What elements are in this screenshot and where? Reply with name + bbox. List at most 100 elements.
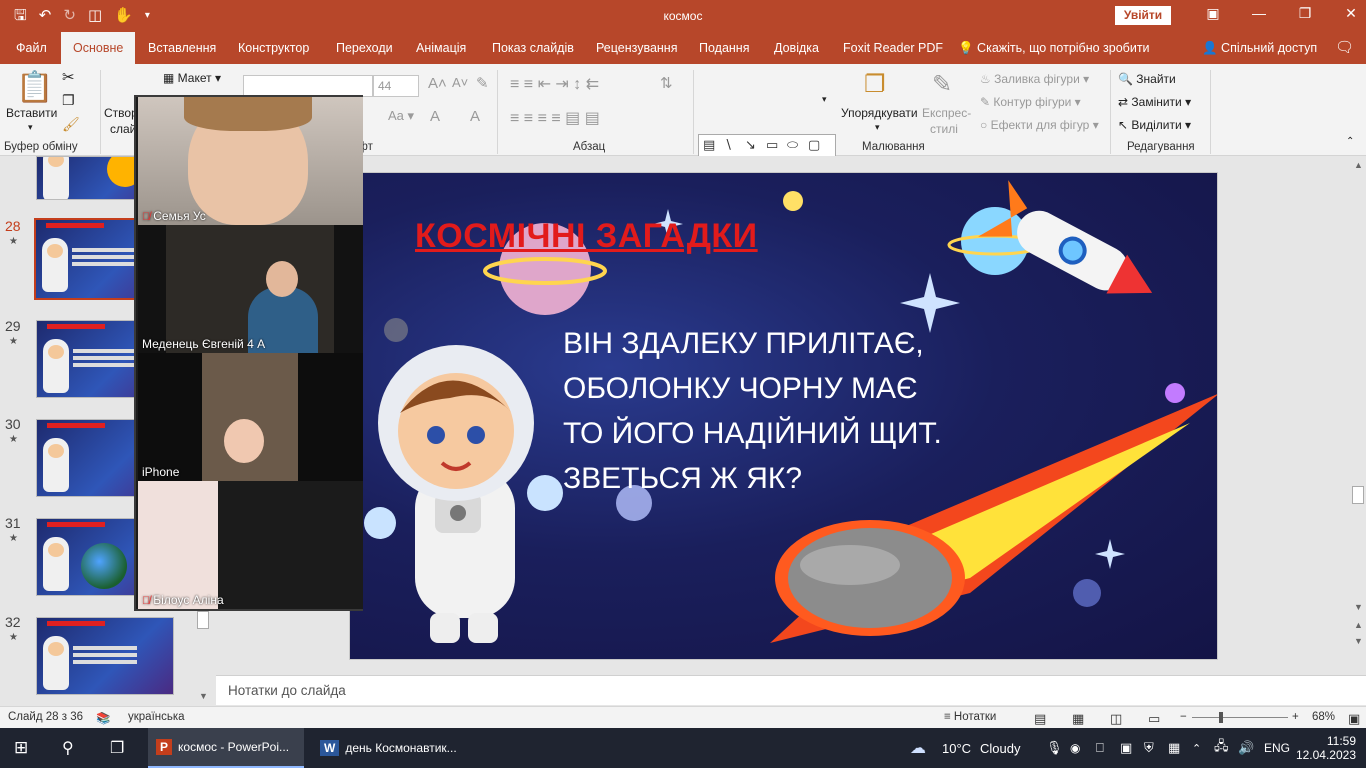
- arrange-button[interactable]: Упорядкувати: [841, 106, 918, 120]
- format-painter-icon[interactable]: 🖌: [62, 116, 80, 133]
- video-tile[interactable]: 🎙̸ Семья Ус: [138, 97, 363, 225]
- zoom-slider[interactable]: [1192, 717, 1288, 718]
- video-tile[interactable]: 🎙̸ Білоус Аліна: [138, 481, 363, 609]
- tab-review[interactable]: Рецензування: [596, 32, 677, 64]
- restore-icon[interactable]: ❐: [1282, 5, 1328, 22]
- decrease-font-icon[interactable]: A˅: [452, 75, 468, 90]
- copy-icon[interactable]: ❐: [62, 92, 75, 109]
- zoom-app-icon[interactable]: ◉: [1070, 728, 1080, 768]
- cut-icon[interactable]: ✂: [62, 68, 75, 86]
- next-slide-icon[interactable]: ▼: [1354, 636, 1363, 646]
- slide-sorter-icon[interactable]: ▦: [1072, 711, 1084, 727]
- volume-icon[interactable]: 🔊: [1238, 728, 1254, 768]
- scroll-down-icon[interactable]: ▼: [1354, 602, 1363, 612]
- close-icon[interactable]: ✕: [1328, 5, 1366, 22]
- find-button[interactable]: 🔍 Знайти: [1118, 72, 1176, 86]
- video-tile[interactable]: Меденець Євгеній 4 А: [138, 225, 363, 353]
- taskbar-word[interactable]: W день Космонавтик...: [312, 728, 465, 768]
- arrange-dropdown-icon[interactable]: ▾: [875, 122, 880, 133]
- select-button[interactable]: ↖ Виділити ▾: [1118, 118, 1191, 132]
- textbox-shape-icon[interactable]: ▤: [703, 137, 723, 153]
- oval-shape-icon[interactable]: ⬭: [787, 137, 807, 153]
- arrow-line-shape-icon[interactable]: ↘: [745, 137, 765, 153]
- notes-pane[interactable]: Нотатки до слайда: [216, 675, 1366, 705]
- clock[interactable]: 11:59 12.04.2023: [1296, 728, 1356, 768]
- app-tray-icon[interactable]: ▣: [1120, 728, 1132, 768]
- canvas-scrollbar[interactable]: ▲ ▼ ▲ ▼: [1350, 156, 1366, 674]
- zoom-out-icon[interactable]: −: [1180, 711, 1187, 723]
- minimize-icon[interactable]: —: [1236, 5, 1282, 22]
- collapse-ribbon-icon[interactable]: ⌃: [1346, 136, 1354, 147]
- scroll-up-icon[interactable]: ▲: [1354, 160, 1363, 170]
- new-slide-button[interactable]: Створ: [104, 106, 138, 120]
- char-spacing-icon[interactable]: Aa ▾: [388, 108, 414, 124]
- font-color-icon[interactable]: A: [430, 108, 440, 125]
- windows-start-icon[interactable]: ⊞: [14, 728, 28, 768]
- rounded-rect-shape-icon[interactable]: ▢: [808, 137, 828, 153]
- video-call-panel[interactable]: 🎙̸ Семья Ус Меденець Євгеній 4 А iPhone 🎙…: [134, 95, 363, 611]
- spellcheck-icon[interactable]: 📚: [96, 711, 110, 725]
- tab-foxit[interactable]: Foxit Reader PDF: [843, 32, 943, 64]
- quick-styles-icon[interactable]: ✎: [932, 70, 952, 99]
- video-tile[interactable]: iPhone: [138, 353, 363, 481]
- sign-in-button[interactable]: Увійти: [1115, 6, 1171, 25]
- tray-app-icon[interactable]: ▦: [1168, 728, 1180, 768]
- replace-button[interactable]: ⇄ Замінити ▾: [1118, 95, 1191, 109]
- quick-styles-button[interactable]: Експрес-: [922, 106, 971, 120]
- paragraph-icons-row2[interactable]: ≡ ≡ ≡ ≡ ▤ ▤: [510, 108, 600, 128]
- weather-temp[interactable]: 10°C: [942, 728, 971, 768]
- slide-riddle-text[interactable]: ВІН ЗДАЛЕКУ ПРИЛІТАЄ, ОБОЛОНКУ ЧОРНУ МАЄ…: [563, 321, 942, 501]
- scroll-thumb[interactable]: [1352, 486, 1364, 504]
- microphone-icon[interactable]: 🎙: [1046, 728, 1063, 768]
- tab-transitions[interactable]: Переходи: [336, 32, 393, 64]
- current-slide[interactable]: КОСМІЧНІ ЗАГАДКИ ВІН ЗДАЛЕКУ ПРИЛІТАЄ, О…: [349, 172, 1218, 660]
- shape-effects-button[interactable]: ○ Ефекти для фігур ▾: [980, 118, 1099, 132]
- comments-icon[interactable]: 🗨: [1335, 32, 1354, 64]
- tab-design[interactable]: Конструктор: [238, 32, 309, 64]
- tab-file[interactable]: Файл: [16, 32, 47, 64]
- ribbon-display-icon[interactable]: ▣: [1190, 5, 1236, 22]
- zoom-level[interactable]: 68%: [1312, 711, 1335, 723]
- paste-dropdown-icon[interactable]: ▾: [28, 122, 33, 133]
- zoom-in-icon[interactable]: +: [1292, 711, 1299, 723]
- tab-insert[interactable]: Вставлення: [148, 32, 216, 64]
- tab-animations[interactable]: Анімація: [416, 32, 466, 64]
- layout-button[interactable]: ▦ Макет ▾: [163, 71, 221, 85]
- slide-thumbnail-32[interactable]: [36, 617, 174, 695]
- reading-view-icon[interactable]: ◫: [1110, 711, 1122, 727]
- normal-view-icon[interactable]: ▤: [1034, 711, 1046, 727]
- font-family-input[interactable]: [243, 75, 373, 97]
- search-icon[interactable]: ⚲: [62, 728, 74, 768]
- line-shape-icon[interactable]: ∖: [724, 137, 744, 153]
- zoom-slider-thumb[interactable]: [1219, 712, 1223, 723]
- text-direction-icon[interactable]: ⇅: [660, 74, 673, 92]
- shapes-more-icon[interactable]: ▾: [822, 94, 827, 105]
- increase-font-icon[interactable]: A˄: [428, 75, 447, 92]
- usb-icon[interactable]: ⎕: [1096, 728, 1104, 768]
- rectangle-shape-icon[interactable]: ▭: [766, 137, 786, 153]
- notes-toggle-button[interactable]: ≡ Нотатки: [944, 711, 996, 723]
- share-button[interactable]: 👤 Спільний доступ: [1202, 32, 1317, 64]
- weather-condition[interactable]: Cloudy: [980, 728, 1020, 768]
- paste-button[interactable]: Вставити: [6, 106, 57, 120]
- arrange-icon[interactable]: ❐: [864, 70, 886, 99]
- input-language[interactable]: ENG: [1264, 728, 1290, 768]
- paste-icon[interactable]: 📋: [16, 70, 53, 105]
- network-icon[interactable]: 🖧: [1214, 728, 1229, 768]
- scroll-down-icon[interactable]: ▼: [199, 691, 208, 701]
- clear-format-icon[interactable]: ✎: [476, 74, 489, 92]
- chevron-up-icon[interactable]: ⌃: [1192, 728, 1201, 768]
- scroll-thumb[interactable]: [197, 611, 209, 629]
- previous-slide-icon[interactable]: ▲: [1354, 620, 1363, 630]
- slideshow-view-icon[interactable]: ▭: [1148, 711, 1160, 727]
- language-indicator[interactable]: українська: [128, 711, 185, 723]
- shape-fill-button[interactable]: ♨ Заливка фігури ▾: [980, 72, 1089, 86]
- shape-outline-button[interactable]: ✎ Контур фігури ▾: [980, 95, 1081, 109]
- highlight-icon[interactable]: A: [470, 108, 480, 125]
- task-view-icon[interactable]: ❐: [110, 728, 124, 768]
- security-icon[interactable]: ⛨: [1144, 728, 1154, 768]
- slide-title[interactable]: КОСМІЧНІ ЗАГАДКИ: [415, 217, 758, 256]
- font-size-input[interactable]: 44: [373, 75, 419, 97]
- taskbar-powerpoint[interactable]: P космос - PowerPoi...: [148, 728, 304, 768]
- tell-me-search[interactable]: 💡 Скажіть, що потрібно зробити: [958, 32, 1150, 64]
